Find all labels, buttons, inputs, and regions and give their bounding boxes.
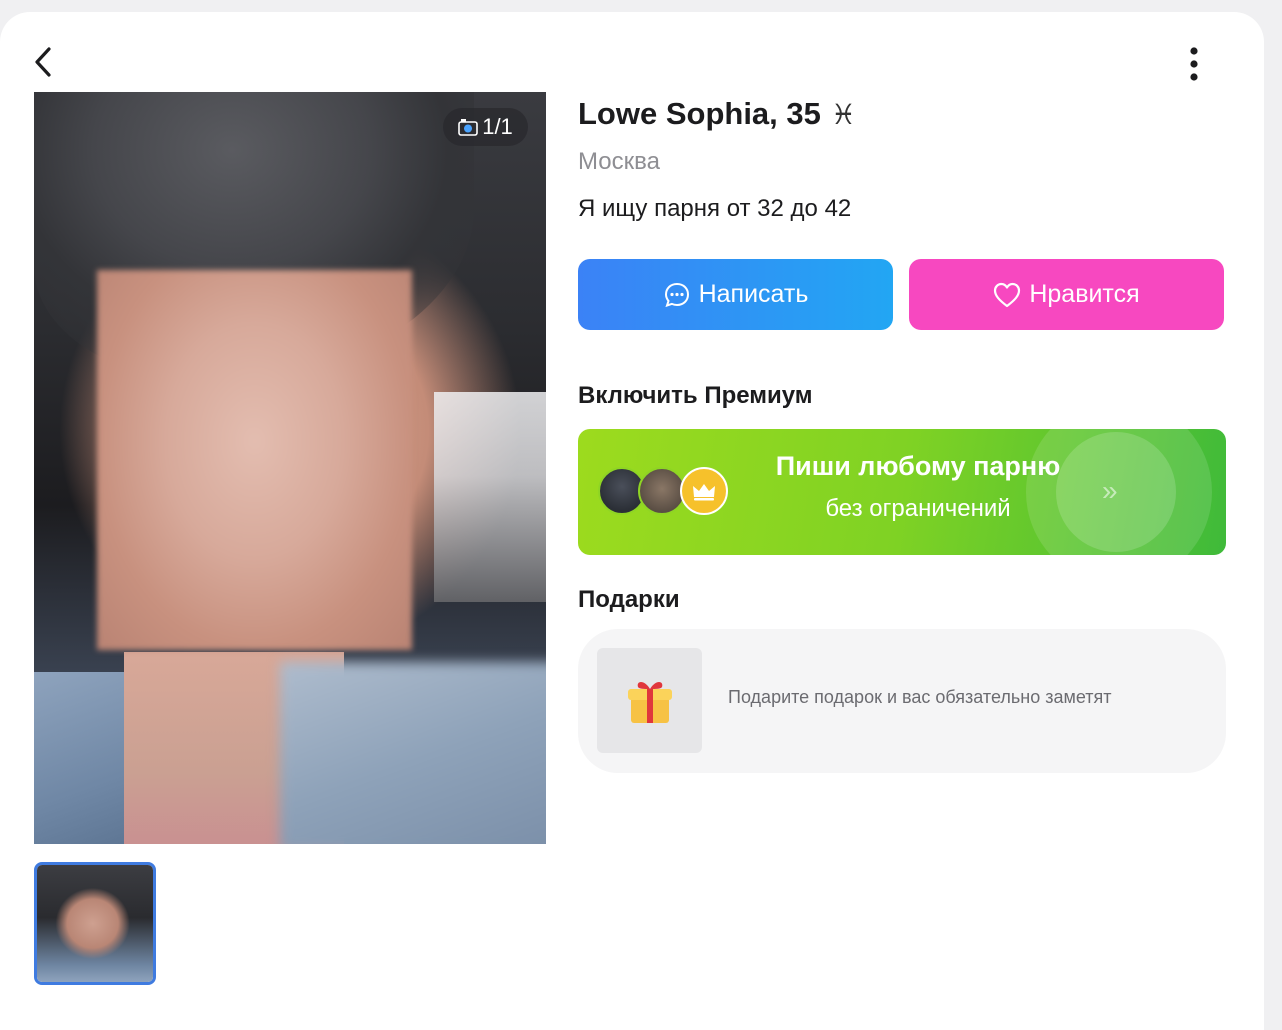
zodiac-icon: ♓	[830, 98, 856, 130]
chevron-left-icon	[35, 47, 51, 77]
crown-icon	[693, 484, 715, 501]
gift-icon	[627, 681, 672, 723]
premium-title: Пиши любому парню	[775, 451, 1061, 481]
profile-city: Москва	[578, 148, 660, 175]
back-button[interactable]	[26, 42, 60, 82]
camera-icon	[458, 119, 479, 136]
premium-avatars	[598, 467, 738, 517]
photo-thumbnail[interactable]	[34, 862, 156, 985]
premium-banner[interactable]: » Пиши любому парню без ограничений	[578, 429, 1226, 555]
heart-icon	[994, 282, 1021, 307]
write-message-button[interactable]: Написать	[578, 259, 893, 330]
gifts-section-title: Подарки	[578, 586, 680, 613]
photo-seat-area	[434, 392, 546, 602]
premium-subtitle: без ограничений	[825, 495, 1011, 522]
profile-name-age: Lowe Sophia, 35	[578, 96, 821, 131]
profile-photo[interactable]: 1/1	[34, 92, 546, 844]
photo-blur-patch	[280, 662, 546, 844]
more-vertical-icon	[1190, 47, 1198, 81]
name-row: Lowe Sophia, 35 ♓	[578, 92, 856, 136]
gift-tile	[597, 648, 702, 753]
photo-face-blur	[97, 270, 412, 650]
gifts-card[interactable]: Подарите подарок и вас обязательно замет…	[578, 629, 1226, 773]
double-chevron-right-icon: »	[1102, 475, 1118, 506]
gifts-description: Подарите подарок и вас обязательно замет…	[728, 687, 1112, 707]
chat-bubble-icon	[664, 282, 689, 307]
write-button-label: Написать	[698, 280, 809, 308]
like-button-label: Нравится	[1029, 280, 1140, 308]
like-button[interactable]: Нравится	[909, 259, 1224, 330]
profile-card: 1/1 Lowe Sophia, 35 ♓ Москва Я ищу парня…	[0, 12, 1264, 1030]
crown-badge	[680, 467, 728, 515]
thumbnail-image	[37, 865, 153, 982]
photo-counter-text: 1/1	[482, 114, 513, 139]
photo-counter-badge: 1/1	[443, 108, 528, 146]
avatar	[638, 467, 686, 515]
premium-section-title: Включить Премиум	[578, 382, 813, 409]
more-menu-button[interactable]	[1176, 42, 1212, 86]
profile-looking-for: Я ищу парня от 32 до 42	[578, 195, 852, 222]
